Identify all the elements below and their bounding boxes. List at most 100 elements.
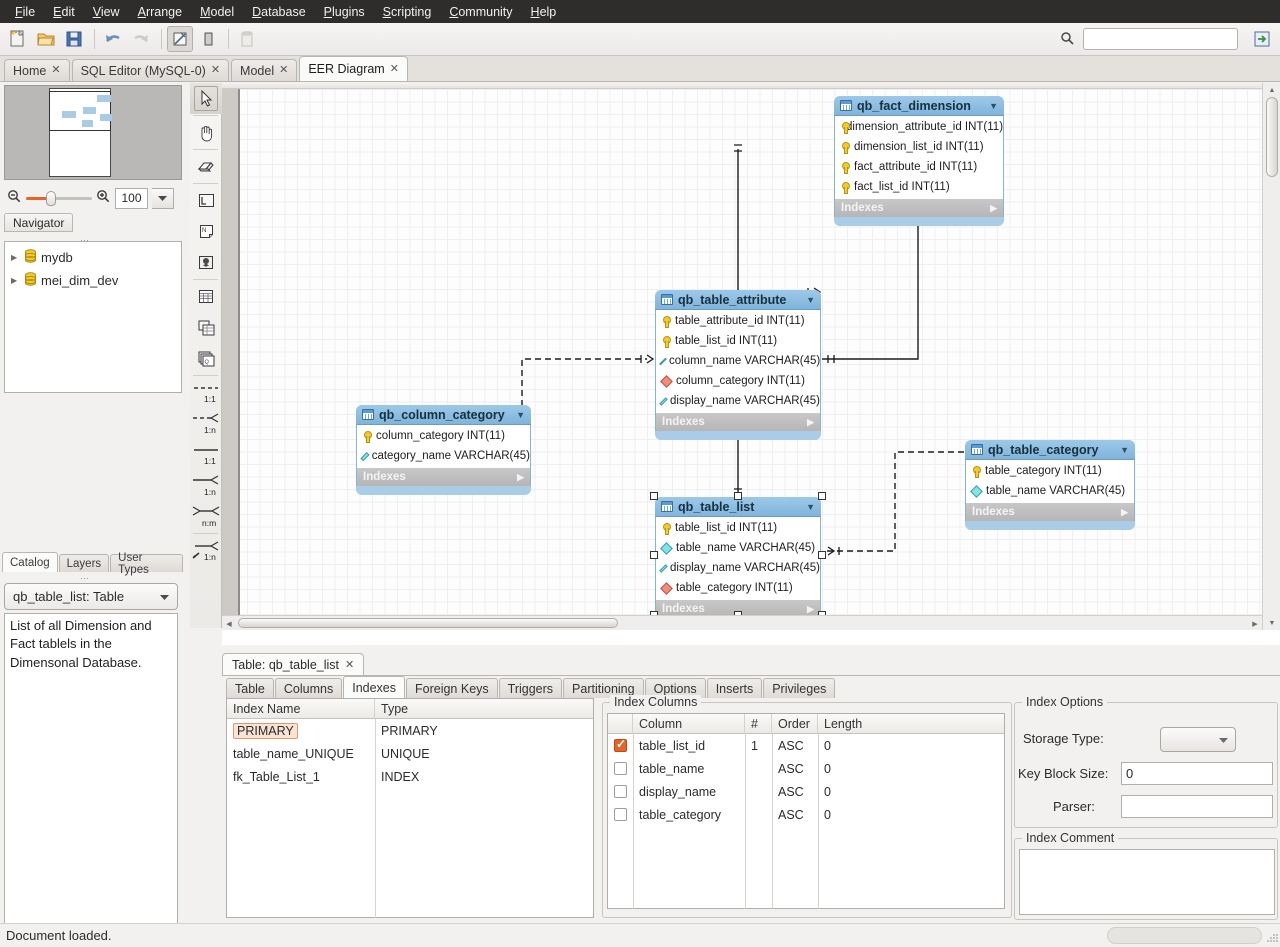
subtab-inserts[interactable]: Inserts <box>707 678 763 698</box>
column-header-index-name[interactable]: Index Name <box>227 699 375 719</box>
chevron-right-icon[interactable]: ▶ <box>517 472 524 483</box>
tab-eer-diagram[interactable]: EER Diagram ✕ <box>299 56 408 81</box>
relationship-1-1-non-identifying-icon[interactable]: 1:1 <box>190 439 222 470</box>
index-column-checkbox[interactable] <box>614 739 627 752</box>
index-list-grid[interactable]: Index Name Type PRIMARY PRIMARY table_na… <box>226 698 594 918</box>
er-column[interactable]: fact_attribute_id INT(11) <box>835 157 1003 177</box>
resize-grip-icon[interactable] <box>1264 931 1278 945</box>
resize-handle-nw[interactable] <box>650 492 658 500</box>
index-column-order-num[interactable] <box>745 803 772 826</box>
tab-model[interactable]: Model ✕ <box>231 59 297 81</box>
menu-item-help[interactable]: Help <box>522 2 566 22</box>
index-column-length[interactable]: 0 <box>818 780 1003 803</box>
index-column-checkbox[interactable] <box>614 785 627 798</box>
relationship-1-n-non-identifying-icon[interactable]: 1:n <box>190 470 222 501</box>
index-column-name[interactable]: display_name <box>633 780 745 803</box>
canvas-vertical-scrollbar[interactable]: ▲ ▼ <box>1262 83 1280 630</box>
zoom-out-icon[interactable] <box>7 189 22 207</box>
table-row[interactable]: fk_Table_List_1 INDEX <box>227 765 593 788</box>
column-header-column[interactable]: Column <box>633 714 745 734</box>
eer-canvas[interactable]: qb_fact_dimension ▼ dimension_attribute_… <box>222 89 1262 630</box>
index-name-value[interactable]: table_name_UNIQUE <box>227 742 375 765</box>
resize-handle-w[interactable] <box>650 551 658 559</box>
search-input[interactable] <box>1083 28 1238 50</box>
er-table-header[interactable]: qb_column_category ▼ <box>356 405 531 425</box>
scroll-right-arrow-icon[interactable]: ▶ <box>1248 616 1262 630</box>
column-header-type[interactable]: Type <box>375 699 593 719</box>
er-table-qb_fact_dimension[interactable]: qb_fact_dimension ▼ dimension_attribute_… <box>834 96 1004 226</box>
storage-type-select[interactable] <box>1160 727 1236 752</box>
relationship-pick-columns-icon[interactable]: 1:n <box>190 535 222 566</box>
table-row[interactable]: table_category ASC 0 <box>608 803 1004 826</box>
column-header-length[interactable]: Length <box>818 714 1003 734</box>
table-row[interactable]: table_list_id 1 ASC 0 <box>608 734 1004 757</box>
tab-sql-editor[interactable]: SQL Editor (MySQL-0) ✕ <box>72 59 229 81</box>
subtab-table[interactable]: Table <box>226 678 274 698</box>
object-selector-dropdown[interactable]: qb_table_list: Table <box>4 583 178 610</box>
er-column[interactable]: display_name VARCHAR(45) <box>656 391 820 411</box>
table-row[interactable]: table_name_UNIQUE UNIQUE <box>227 742 593 765</box>
zoom-value-input[interactable]: 100 <box>115 188 148 209</box>
new-model-icon[interactable] <box>5 26 31 52</box>
er-column[interactable]: column_category INT(11) <box>656 371 820 391</box>
toggle-page-guides-icon[interactable] <box>195 26 221 52</box>
goto-next-icon[interactable] <box>1250 28 1274 50</box>
chevron-down-icon[interactable]: ▼ <box>806 502 815 512</box>
navigator-preview[interactable] <box>4 85 182 180</box>
routine-group-tool-icon[interactable]: Q <box>190 343 222 374</box>
menu-item-edit[interactable]: Edit <box>44 2 84 22</box>
index-column-name[interactable]: table_name <box>633 757 745 780</box>
table-row[interactable]: display_name ASC 0 <box>608 780 1004 803</box>
hand-tool-icon[interactable] <box>190 117 222 148</box>
index-column-order-num[interactable]: 1 <box>745 734 772 757</box>
zoom-dropdown-icon[interactable] <box>152 188 174 209</box>
index-columns-grid[interactable]: Column # Order Length table_list_id 1 AS… <box>607 713 1005 909</box>
index-column-sort-order[interactable]: ASC <box>772 803 818 826</box>
chevron-right-icon[interactable]: ▶ <box>807 604 814 615</box>
tab-user-types[interactable]: User Types <box>110 554 183 572</box>
horizontal-scroll-thumb[interactable] <box>238 618 618 628</box>
zoom-in-icon[interactable] <box>96 189 111 207</box>
chevron-right-icon[interactable]: ▶ <box>807 417 814 428</box>
relationship-n-m-icon[interactable]: n:m <box>190 501 222 532</box>
index-column-checkbox[interactable] <box>614 762 627 775</box>
tab-catalog[interactable]: Catalog <box>2 552 58 572</box>
index-type-value[interactable]: PRIMARY <box>375 719 593 742</box>
er-indexes-section[interactable]: Indexes ▶ <box>834 199 1004 217</box>
canvas-horizontal-scrollbar[interactable]: ◀ ▶ <box>222 615 1262 630</box>
index-type-value[interactable]: INDEX <box>375 765 593 788</box>
er-table-header[interactable]: qb_table_category ▼ <box>965 440 1135 460</box>
open-model-icon[interactable] <box>33 26 59 52</box>
er-indexes-section[interactable]: Indexes ▶ <box>965 503 1135 521</box>
index-type-value[interactable]: UNIQUE <box>375 742 593 765</box>
scroll-down-arrow-icon[interactable]: ▼ <box>1263 616 1280 630</box>
eraser-tool-icon[interactable] <box>190 151 222 182</box>
index-name-value[interactable]: PRIMARY <box>233 723 298 739</box>
scroll-left-arrow-icon[interactable]: ◀ <box>222 616 236 630</box>
er-table-qb_table_list[interactable]: qb_table_list ▼ table_list_id INT(11) ta… <box>655 497 821 627</box>
description-text[interactable]: List of all Dimension and Fact tablels i… <box>4 613 178 947</box>
layer-tool-icon[interactable] <box>190 185 222 216</box>
column-header-num[interactable]: # <box>745 714 772 734</box>
er-indexes-section[interactable]: Indexes ▶ <box>356 468 531 486</box>
redo-icon[interactable] <box>128 26 154 52</box>
catalog-item-mei-dim-dev[interactable]: ▶ mei_dim_dev <box>7 269 179 292</box>
er-column[interactable]: table_list_id INT(11) <box>656 331 820 351</box>
vertical-scroll-thumb[interactable] <box>1266 97 1278 177</box>
expand-triangle-icon[interactable]: ▶ <box>11 253 20 262</box>
tab-home[interactable]: Home ✕ <box>4 59 70 81</box>
expand-triangle-icon[interactable]: ▶ <box>11 276 20 285</box>
save-model-icon[interactable] <box>61 26 87 52</box>
index-column-length[interactable]: 0 <box>818 757 1003 780</box>
subtab-columns[interactable]: Columns <box>275 678 342 698</box>
er-column[interactable]: table_category INT(11) <box>966 461 1134 481</box>
resize-handle-ne[interactable] <box>818 492 826 500</box>
subtab-privileges[interactable]: Privileges <box>763 678 835 698</box>
key-block-size-input[interactable]: 0 <box>1121 762 1273 785</box>
tab-model-close-icon[interactable]: ✕ <box>279 65 288 76</box>
er-column[interactable]: dimension_attribute_id INT(11) <box>835 117 1003 137</box>
menu-item-community[interactable]: Community <box>440 2 521 22</box>
er-column[interactable]: dimension_list_id INT(11) <box>835 137 1003 157</box>
index-column-length[interactable]: 0 <box>818 734 1003 757</box>
tab-home-close-icon[interactable]: ✕ <box>51 65 60 76</box>
